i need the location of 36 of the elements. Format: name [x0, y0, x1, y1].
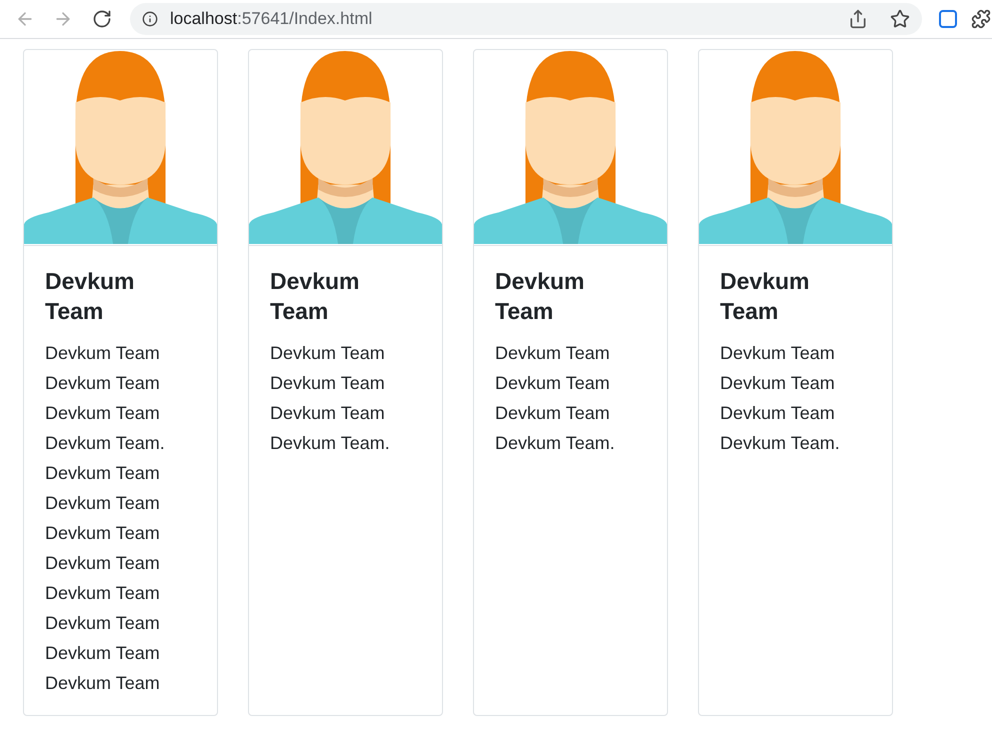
puzzle-icon[interactable]: [971, 9, 991, 29]
url-text: localhost:57641/Index.html: [170, 8, 372, 30]
card-title: Devkum Team: [495, 267, 586, 326]
card-text: Devkum Team: [45, 522, 160, 545]
reload-icon[interactable]: [92, 9, 112, 29]
card-text: Devkum Team: [45, 372, 160, 395]
card-text: Devkum Team.: [720, 432, 840, 455]
card-text: Devkum Team: [495, 342, 610, 365]
star-icon[interactable]: [890, 9, 910, 29]
info-icon[interactable]: [142, 11, 158, 27]
card-text: Devkum Team: [45, 582, 160, 605]
address-bar[interactable]: localhost:57641/Index.html: [130, 3, 922, 35]
card-text: Devkum Team.: [270, 432, 390, 455]
card-text: Devkum Team: [45, 642, 160, 665]
card-text: Devkum Team: [45, 612, 160, 635]
card-text: Devkum Team: [270, 372, 385, 395]
card-text: Devkum Team: [45, 462, 160, 485]
card-text: Devkum Team: [45, 672, 160, 695]
card-text: Devkum Team: [45, 552, 160, 575]
card-text: Devkum Team: [720, 372, 835, 395]
card-text: Devkum Team: [495, 372, 610, 395]
card-text: Devkum Team: [45, 402, 160, 425]
card-title: Devkum Team: [270, 267, 360, 326]
card-text: Devkum Team: [45, 342, 160, 365]
share-icon[interactable]: [848, 9, 868, 29]
card-title: Devkum Team: [720, 267, 810, 326]
card-text: Devkum Team: [720, 342, 835, 365]
card-text: Devkum Team.: [45, 432, 165, 455]
card-text: Devkum Team: [270, 402, 385, 425]
card-title: Devkum Team: [45, 267, 136, 326]
extension-icon[interactable]: [939, 10, 957, 28]
card-text: Devkum Team: [720, 402, 835, 425]
card-text: Devkum Team: [45, 492, 160, 515]
card-text: Devkum Team: [270, 342, 385, 365]
card-text: Devkum Team.: [495, 432, 615, 455]
card-text: Devkum Team: [495, 402, 610, 425]
